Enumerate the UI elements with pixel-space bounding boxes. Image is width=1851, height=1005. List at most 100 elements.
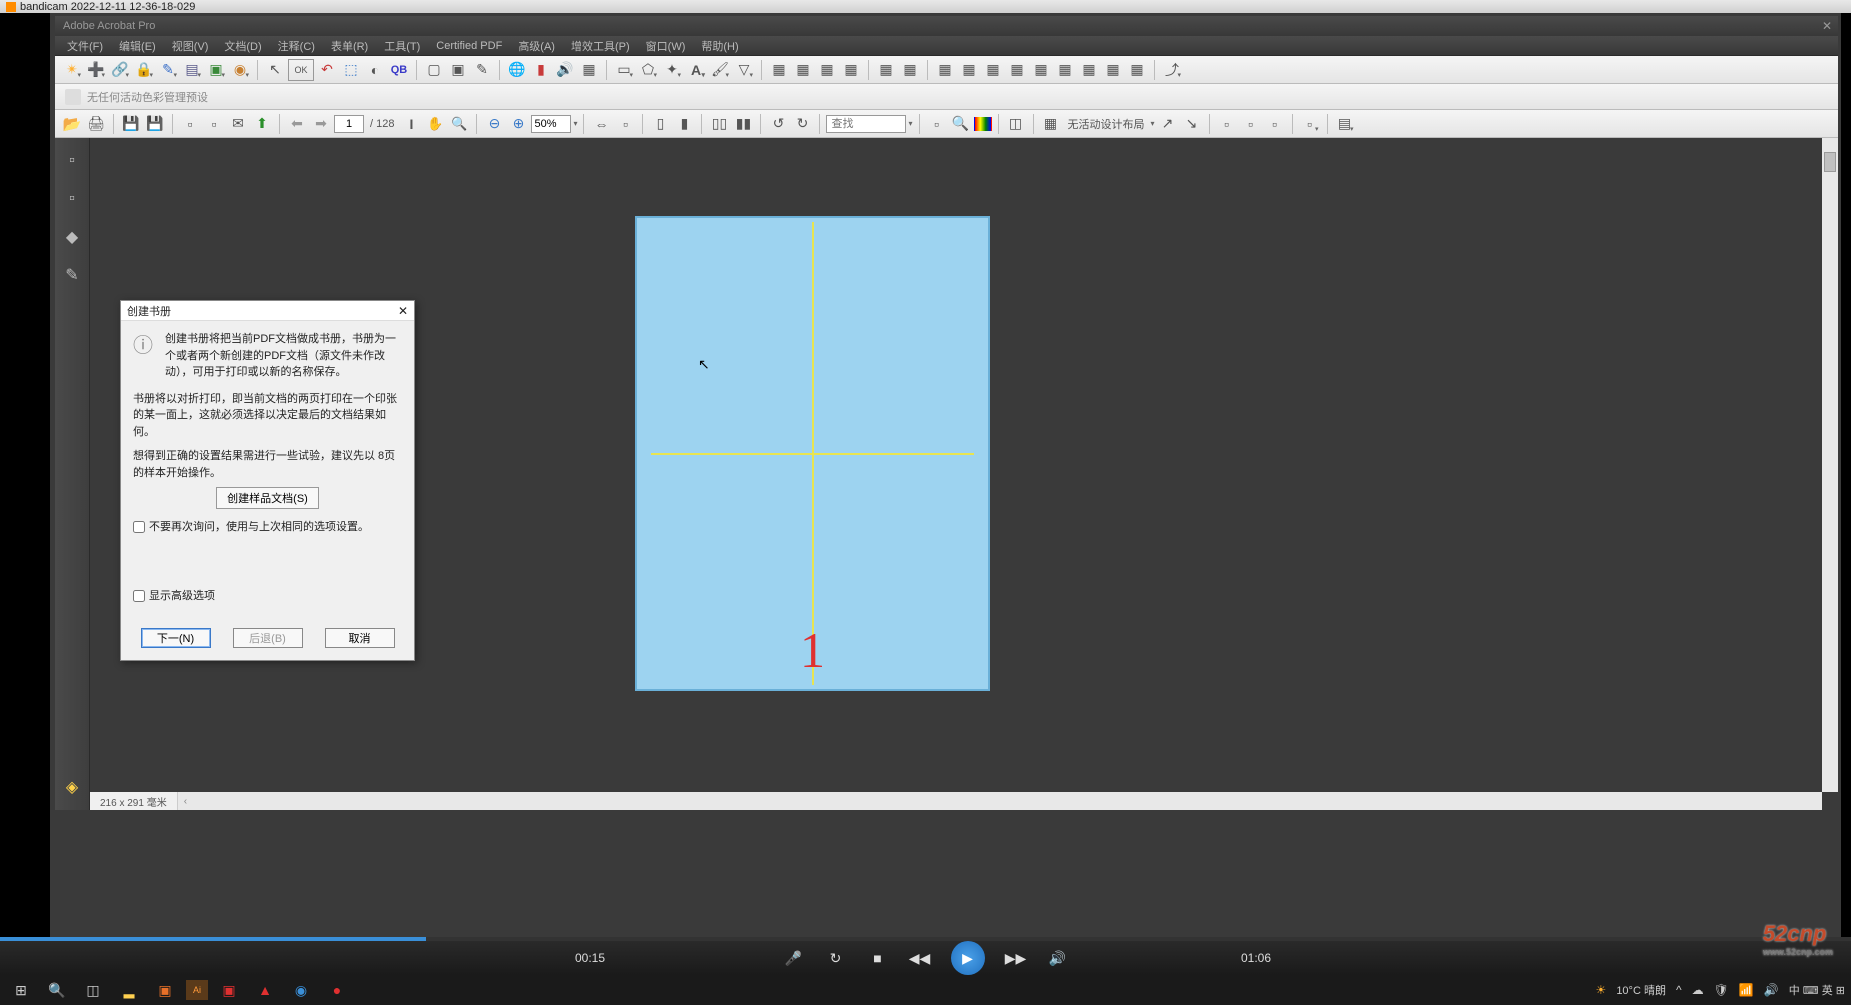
- forms-button[interactable]: ▤: [181, 59, 203, 81]
- export-button[interactable]: ⤴: [1161, 59, 1183, 81]
- dialog-titlebar[interactable]: 创建书册 ✕: [121, 301, 414, 321]
- sound-icon[interactable]: 🔊: [1764, 983, 1779, 997]
- zoom-out[interactable]: ⊖: [483, 113, 505, 135]
- menu-file[interactable]: 文件(F): [59, 36, 111, 56]
- grid-j[interactable]: ▦: [1006, 59, 1028, 81]
- progress-bar[interactable]: [0, 937, 1851, 941]
- grid-e[interactable]: ▦: [875, 59, 897, 81]
- text-tool[interactable]: [400, 113, 422, 135]
- ime-text[interactable]: 中 ⌨ 英 ⊞: [1789, 982, 1845, 998]
- layout-two[interactable]: ▯▯: [708, 113, 730, 135]
- grid-k[interactable]: ▦: [1030, 59, 1052, 81]
- back-button[interactable]: 后退(B): [233, 628, 303, 648]
- stop-button[interactable]: ■: [867, 947, 889, 969]
- zoom-tool[interactable]: [448, 113, 470, 135]
- grid-b[interactable]: ▦: [792, 59, 814, 81]
- shape-path[interactable]: ▽: [733, 59, 755, 81]
- layers-panel-icon[interactable]: ◆: [61, 226, 83, 248]
- loop-button[interactable]: ↻: [825, 947, 847, 969]
- grid-g[interactable]: ▦: [934, 59, 956, 81]
- fit-width[interactable]: ⇔: [590, 113, 612, 135]
- menu-certified[interactable]: Certified PDF: [428, 38, 510, 54]
- dialog-close-button[interactable]: ✕: [398, 304, 408, 318]
- grid-i[interactable]: ▦: [982, 59, 1004, 81]
- shape-brush[interactable]: 🖌: [709, 59, 731, 81]
- preflight-button[interactable]: ◐: [364, 59, 386, 81]
- layout-toggle[interactable]: ◫: [1005, 113, 1027, 135]
- grid-l[interactable]: ▦: [1054, 59, 1076, 81]
- shape-rect[interactable]: ▭: [613, 59, 635, 81]
- prev-page-button[interactable]: [286, 113, 308, 135]
- next-page-button[interactable]: [310, 113, 332, 135]
- show-advanced-checkbox[interactable]: [133, 590, 145, 602]
- onedrive-icon[interactable]: ☁: [1692, 983, 1704, 997]
- secure-button[interactable]: 🔒: [133, 59, 155, 81]
- fit-page[interactable]: ▫: [614, 113, 636, 135]
- combine-button[interactable]: ➕: [85, 59, 107, 81]
- menu-window[interactable]: 窗口(W): [638, 36, 694, 56]
- layout-twocont[interactable]: ▮▮: [732, 113, 754, 135]
- pdf-button[interactable]: ▮: [530, 59, 552, 81]
- grid-f[interactable]: ▦: [899, 59, 921, 81]
- menu-pitstop[interactable]: 增效工具(P): [563, 36, 638, 56]
- explorer-icon[interactable]: ▂: [114, 978, 144, 1002]
- grid-d[interactable]: ▦: [840, 59, 862, 81]
- tray-chevron[interactable]: ^: [1676, 983, 1682, 997]
- dont-ask-checkbox[interactable]: [133, 521, 145, 533]
- sign-button[interactable]: ✎: [157, 59, 179, 81]
- app-icon-2[interactable]: ▣: [214, 978, 244, 1002]
- saveas-button[interactable]: 💾: [144, 113, 166, 135]
- crop-button[interactable]: ⬚: [340, 59, 362, 81]
- bookmarks-panel-icon[interactable]: ▫: [61, 188, 83, 210]
- network-icon[interactable]: 📶: [1739, 983, 1754, 997]
- grid-a[interactable]: ▦: [768, 59, 790, 81]
- qb-button[interactable]: QB: [388, 59, 410, 81]
- volume-button[interactable]: 🔊: [1047, 947, 1069, 969]
- open-button[interactable]: [61, 113, 83, 135]
- page-input[interactable]: [334, 115, 364, 133]
- sound-button[interactable]: 🔊: [554, 59, 576, 81]
- tool-x2[interactable]: 🔍: [950, 113, 972, 135]
- forward-button[interactable]: ▶▶: [1005, 947, 1027, 969]
- play-button[interactable]: ▶: [951, 941, 985, 975]
- tool-y3[interactable]: ▫: [1216, 113, 1238, 135]
- print-button[interactable]: [85, 113, 107, 135]
- ok-button[interactable]: OK: [288, 59, 314, 81]
- comment-button[interactable]: ◉: [229, 59, 251, 81]
- layout-icon[interactable]: ▦: [1040, 113, 1062, 135]
- pages-panel-icon[interactable]: ▫: [61, 150, 83, 172]
- app-icon-3[interactable]: ◉: [286, 978, 316, 1002]
- tool-y5[interactable]: ▫: [1264, 113, 1286, 135]
- menu-help[interactable]: 帮助(H): [693, 36, 746, 56]
- upload-button[interactable]: [251, 113, 273, 135]
- undo-button[interactable]: ↶: [316, 59, 338, 81]
- create-sample-button[interactable]: 创建样品文档(S): [216, 487, 319, 509]
- doc-a[interactable]: ▫: [179, 113, 201, 135]
- search-button[interactable]: 🔍: [42, 978, 72, 1002]
- doc-b[interactable]: ▫: [203, 113, 225, 135]
- tool-y7[interactable]: ▤: [1334, 113, 1356, 135]
- email-button[interactable]: [227, 113, 249, 135]
- shape-poly[interactable]: ⬠: [637, 59, 659, 81]
- color-bars[interactable]: [974, 117, 992, 131]
- video-button[interactable]: ▦: [578, 59, 600, 81]
- rotate-ccw[interactable]: ↺: [767, 113, 789, 135]
- grid-m[interactable]: ▦: [1078, 59, 1100, 81]
- search-input[interactable]: [826, 115, 906, 133]
- zoom-in[interactable]: ⊕: [507, 113, 529, 135]
- web-button[interactable]: 🌐: [506, 59, 528, 81]
- toolbar-btn-c[interactable]: ✎: [471, 59, 493, 81]
- grid-n[interactable]: ▦: [1102, 59, 1124, 81]
- scroll-left-arrow[interactable]: ‹: [178, 796, 193, 807]
- multimedia-button[interactable]: ▣: [205, 59, 227, 81]
- new-button[interactable]: ✴: [61, 59, 83, 81]
- save-button[interactable]: 💾: [120, 113, 142, 135]
- zoom-input[interactable]: [531, 115, 571, 133]
- taskview-button[interactable]: ◫: [78, 978, 108, 1002]
- grid-o[interactable]: ▦: [1126, 59, 1148, 81]
- tool-y2[interactable]: ↘: [1181, 113, 1203, 135]
- menu-advanced[interactable]: 高级(A): [510, 36, 563, 56]
- menu-edit[interactable]: 编辑(E): [111, 36, 164, 56]
- tool-y4[interactable]: ▫: [1240, 113, 1262, 135]
- shape-align[interactable]: ✦: [661, 59, 683, 81]
